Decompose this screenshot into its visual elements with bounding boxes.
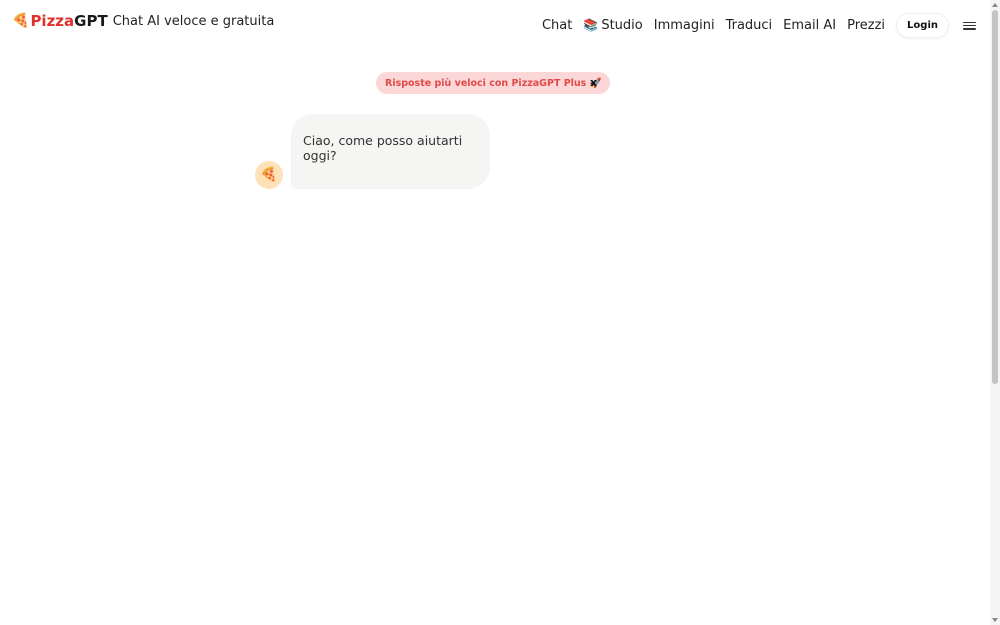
nav-studio[interactable]: 📚 Studio [583,18,642,33]
nav-prezzi[interactable]: Prezzi [847,18,885,33]
hamburger-menu-icon[interactable] [963,20,976,32]
nav-traduci[interactable]: Traduci [726,18,773,33]
brand-logo[interactable]: 🍕 Pizza GPT Chat AI veloce e gratuita [12,12,274,30]
brand-name-gpt: GPT [74,12,108,30]
pizza-icon: 🍕 [12,13,30,29]
books-icon: 📚 [583,18,599,32]
nav-chat[interactable]: Chat [542,18,572,33]
assistant-message-bubble: Ciao, come posso aiutarti oggi? [291,114,490,189]
page-scrollbar[interactable] [990,0,1000,625]
nav-email-ai[interactable]: Email AI [783,18,836,33]
brand-tagline: Chat AI veloce e gratuita [112,13,275,29]
assistant-avatar: 🍕 [255,161,283,189]
login-button[interactable]: Login [896,13,949,38]
assistant-message-text: Ciao, come posso aiutarti oggi? [303,133,463,163]
scroll-up-arrow-icon[interactable] [992,3,998,7]
menu-line [963,21,976,24]
menu-line [963,27,976,30]
top-header: 🍕 Pizza GPT Chat AI veloce e gratuita Ch… [0,0,990,42]
close-promo-button[interactable]: x [590,76,597,90]
brand-name-pizza: Pizza [30,12,75,30]
nav-immagini[interactable]: Immagini [654,18,715,33]
scrollbar-thumb[interactable] [992,10,998,384]
pizza-avatar-icon: 🍕 [260,167,278,183]
nav-studio-label: Studio [601,18,643,33]
plus-promo-banner[interactable]: Risposte più veloci con PizzaGPT Plus 🚀 [376,72,611,94]
menu-line [963,24,976,27]
main-nav: Chat 📚 Studio Immagini Traduci Email AI P… [542,13,990,38]
scroll-down-arrow-icon[interactable] [992,618,998,622]
